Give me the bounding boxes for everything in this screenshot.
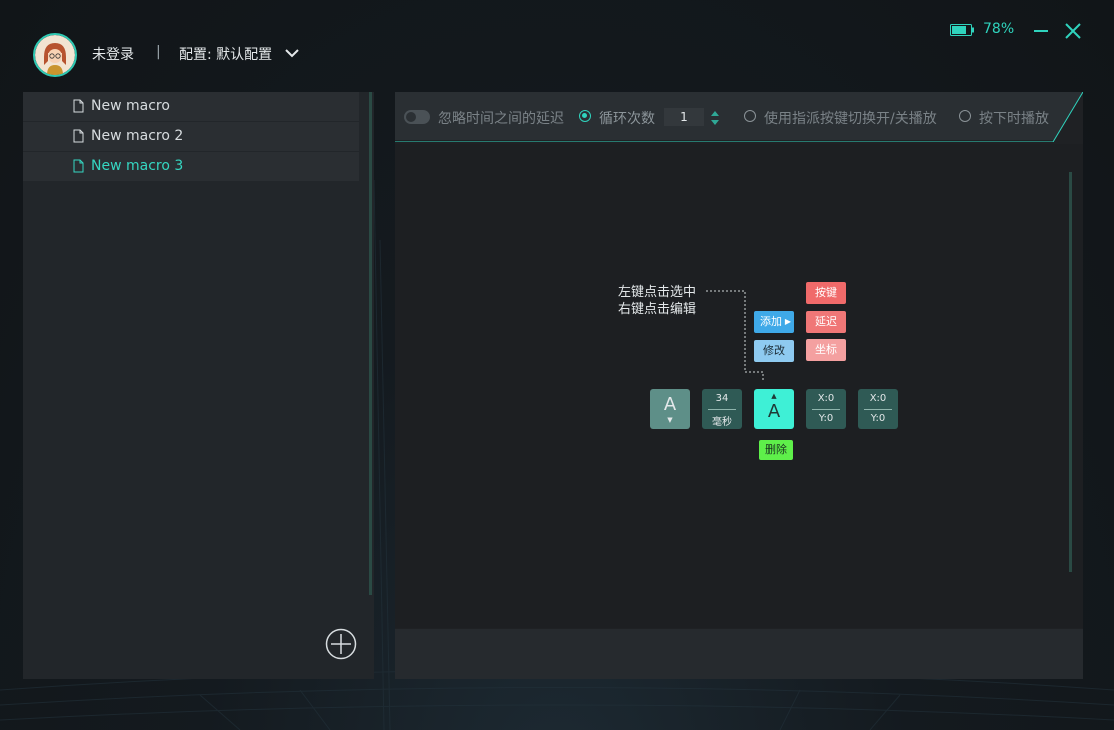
coord-y: Y:0	[818, 413, 834, 424]
ignore-delay-label: 忽略时间之间的延迟	[438, 111, 564, 127]
arrow-up-icon: ▲	[771, 392, 777, 400]
avatar[interactable]	[33, 33, 77, 77]
file-icon	[73, 159, 84, 173]
node-divider	[864, 409, 892, 410]
delay-value: 34	[715, 393, 729, 404]
hold-play-radio[interactable]	[959, 110, 971, 122]
hold-play-label: 按下时播放	[979, 111, 1049, 127]
canvas-scrollbar[interactable]	[1069, 172, 1072, 572]
coord-x: X:0	[869, 393, 887, 404]
coord-node-1[interactable]: X:0 Y:0	[806, 389, 846, 429]
loop-count-label: 循环次数	[599, 111, 655, 127]
delay-node[interactable]: 34 毫秒	[702, 389, 742, 429]
macro-toolbar: 忽略时间之间的延迟 循环次数 1 使用指派按键切换开/关播放 按下时播放	[395, 92, 1083, 142]
login-status[interactable]: 未登录	[92, 44, 134, 64]
macro-editor-panel: 忽略时间之间的延迟 循环次数 1 使用指派按键切换开/关播放 按下时播放 左键点…	[395, 92, 1083, 679]
macro-list-panel: New macro New macro 2 New macro 3	[23, 92, 374, 679]
coord-y: Y:0	[870, 413, 886, 424]
macro-item-2[interactable]: New macro 2	[23, 122, 359, 151]
key-up-label: A	[767, 401, 781, 422]
ignore-delay-toggle[interactable]	[404, 110, 430, 124]
caret-right-icon: ▶	[784, 317, 791, 326]
minimize-icon[interactable]	[1032, 22, 1050, 40]
macro-canvas[interactable]: 左键点击选中 右键点击编辑 按键 延迟 坐标 添加 ▶ 修改 A ▼ 34 毫秒…	[395, 144, 1083, 628]
add-label: 添加	[760, 315, 782, 328]
macro-item-1[interactable]: New macro	[23, 92, 359, 121]
coord-button[interactable]: 坐标	[806, 339, 846, 361]
file-icon	[73, 129, 84, 143]
hint-text: 左键点击选中 右键点击编辑	[618, 284, 696, 318]
profile-selector[interactable]: 配置: 默认配置	[179, 44, 272, 64]
delay-unit: 毫秒	[712, 417, 732, 428]
macro-label: New macro 2	[91, 128, 184, 144]
loop-count-input[interactable]: 1	[664, 108, 704, 126]
user-avatar-icon	[35, 35, 75, 75]
key-up-node[interactable]: ▲ A	[754, 389, 794, 429]
loop-count-stepper-icon[interactable]	[710, 108, 720, 128]
loop-count-radio[interactable]	[579, 110, 591, 122]
header-separator: |	[156, 44, 161, 60]
toggle-assigned-radio[interactable]	[744, 110, 756, 122]
editor-footer	[395, 629, 1083, 679]
add-button[interactable]: 添加 ▶	[754, 311, 794, 333]
key-down-label: A	[663, 394, 677, 415]
macro-label: New macro	[91, 98, 170, 114]
arrow-down-icon: ▼	[667, 416, 673, 424]
hint-connector	[706, 290, 764, 380]
macro-item-3[interactable]: New macro 3	[23, 152, 359, 181]
macro-label: New macro 3	[91, 158, 184, 174]
node-divider	[812, 409, 840, 410]
file-icon	[73, 99, 84, 113]
chevron-down-icon[interactable]	[284, 46, 300, 60]
coord-x: X:0	[817, 393, 835, 404]
macro-list-scrollbar[interactable]	[369, 92, 372, 595]
modify-button[interactable]: 修改	[754, 340, 794, 362]
hint-line-2: 右键点击编辑	[618, 302, 697, 317]
battery-icon	[950, 24, 974, 36]
toggle-assigned-label: 使用指派按键切换开/关播放	[764, 111, 937, 127]
node-divider	[708, 409, 736, 410]
coord-node-2[interactable]: X:0 Y:0	[858, 389, 898, 429]
battery-percent: 78%	[983, 21, 1015, 37]
hint-line-1: 左键点击选中	[618, 285, 697, 300]
delay-button[interactable]: 延迟	[806, 311, 846, 333]
close-icon[interactable]	[1064, 22, 1082, 40]
key-down-node[interactable]: A ▼	[650, 389, 690, 429]
add-macro-button[interactable]	[325, 628, 357, 660]
key-button[interactable]: 按键	[806, 282, 846, 304]
delete-button[interactable]: 删除	[759, 440, 793, 460]
